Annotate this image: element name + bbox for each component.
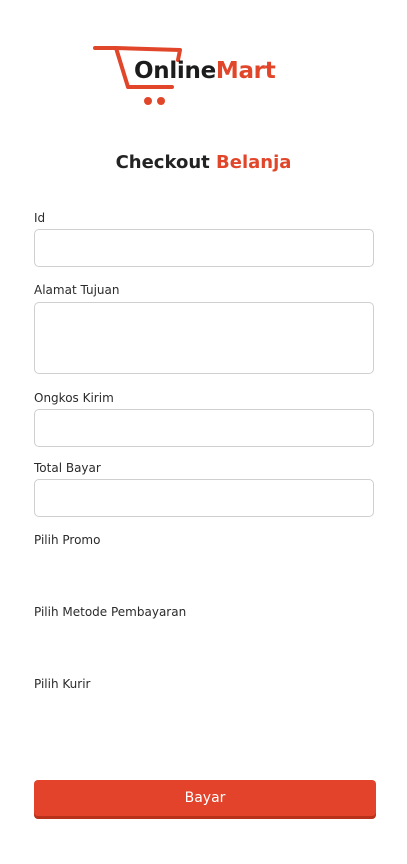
total-label: Total Bayar [34,461,101,475]
address-field[interactable] [34,302,374,374]
page-title-part2: Belanja [216,152,292,173]
brand-name-part1: Online [134,58,216,84]
shipping-cost-field[interactable] [34,409,374,447]
id-label: Id [34,211,46,225]
brand-name-part2: Mart [215,58,276,84]
courier-label: Pilih Kurir [34,677,91,691]
brand-logo: OnlineMart [92,42,282,112]
address-label: Alamat Tujuan [34,283,120,297]
payment-method-label: Pilih Metode Pembayaran [34,605,187,619]
total-field[interactable] [34,479,374,517]
id-field[interactable] [34,229,374,267]
page-title-part1: Checkout [115,152,210,173]
shipping-cost-label: Ongkos Kirim [34,391,114,405]
pay-button[interactable]: Bayar [34,780,376,816]
promo-label: Pilih Promo [34,533,101,547]
brand-name: OnlineMart [134,58,276,84]
page-title: Checkout Belanja [0,152,407,173]
